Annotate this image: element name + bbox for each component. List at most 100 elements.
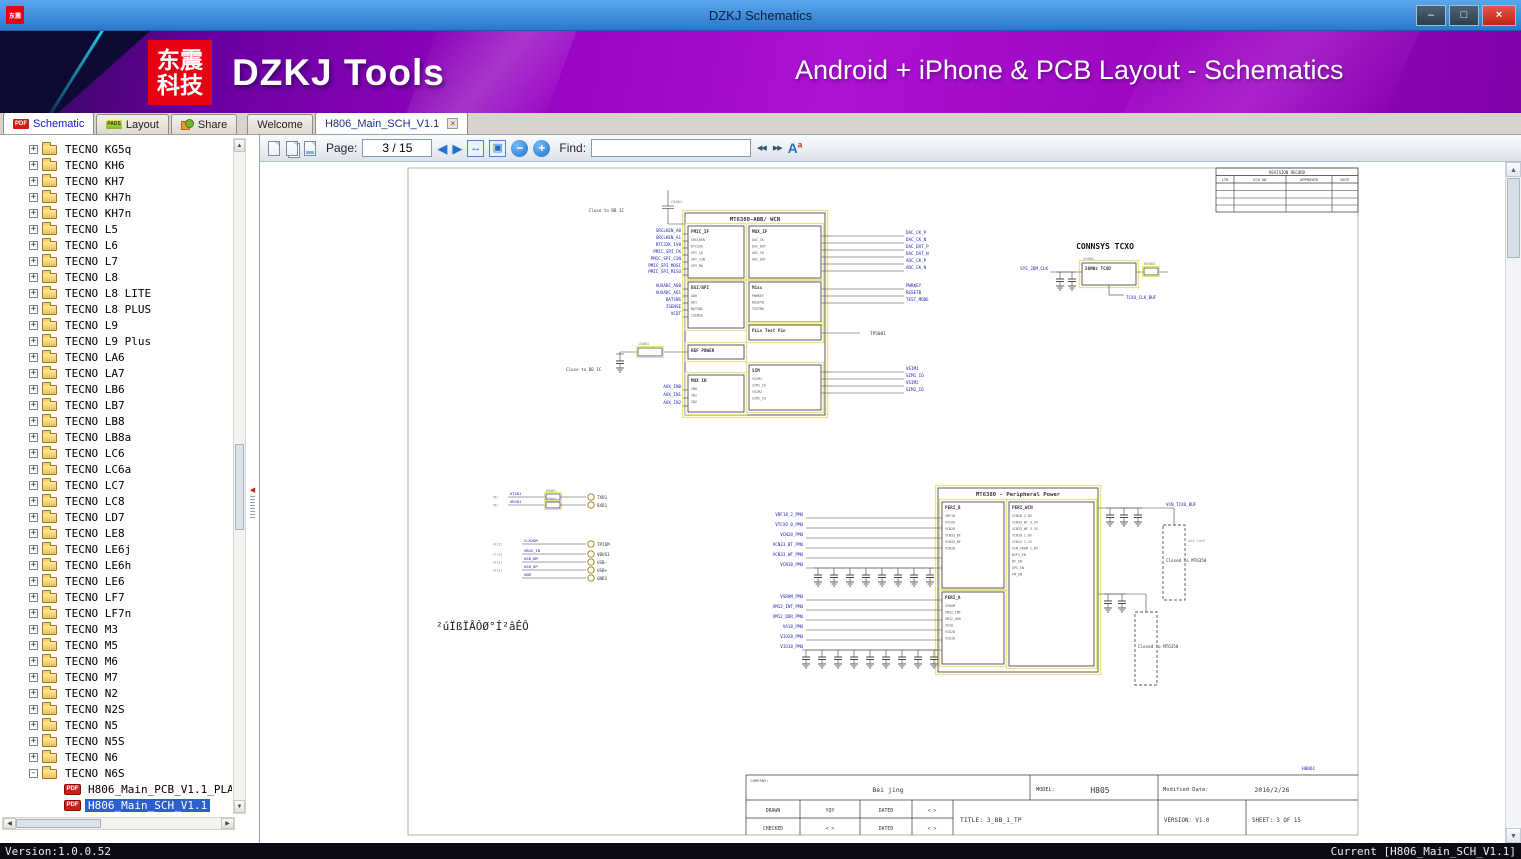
expand-icon[interactable]: + [29,416,38,426]
scroll-up-arrow[interactable]: ▲ [234,139,245,152]
tree-item[interactable]: + TECNO N5 [0,717,232,733]
tree-item[interactable]: + TECNO LE6h [0,557,232,573]
expand-icon[interactable]: + [29,464,38,474]
close-tab-icon[interactable]: × [447,118,459,129]
expand-icon[interactable]: + [29,176,38,186]
sidebar-hscrollbar[interactable]: ◀ ▶ [2,817,235,830]
expand-icon[interactable]: + [29,496,38,506]
tree-item[interactable]: + TECNO N2 [0,685,232,701]
tree-item[interactable]: + TECNO L8 LITE [0,285,232,301]
document-viewport[interactable]: MT6380-ABB/ WCN PMIC_IF SRCLKEN RTC32K SPI_C… [260,162,1521,843]
expand-icon[interactable]: + [29,208,38,218]
expand-icon[interactable]: + [29,592,38,602]
fit-width-button[interactable]: ↔ [467,139,485,157]
collapse-icon[interactable]: - [29,768,38,778]
tree-item[interactable]: + TECNO KG5q [0,141,232,157]
expand-icon[interactable]: + [29,320,38,330]
page-input[interactable] [362,139,433,157]
scroll-up-arrow[interactable]: ▲ [1506,162,1521,177]
scroll-down-arrow[interactable]: ▼ [234,800,245,813]
scroll-thumb[interactable] [16,819,101,828]
tree-doc-item[interactable]: PDF H806_Main_SCH_V1.1 [0,797,232,813]
tree-item[interactable]: + TECNO KH7n [0,205,232,221]
zoom-in-button[interactable]: + [533,139,551,157]
main-vscrollbar[interactable]: ▲ ▼ [1505,162,1521,843]
tree-item[interactable]: + TECNO L5 [0,221,232,237]
scroll-down-arrow[interactable]: ▼ [1506,828,1521,843]
tab-schematic[interactable]: PDF Schematic [3,112,95,134]
tree-item[interactable]: + TECNO L9 [0,317,232,333]
tree-item[interactable]: + TECNO KH6 [0,157,232,173]
expand-icon[interactable]: + [29,528,38,538]
tree-item[interactable]: + TECNO N5S [0,733,232,749]
expand-icon[interactable]: + [29,752,38,762]
expand-icon[interactable]: + [29,608,38,618]
expand-icon[interactable]: + [29,624,38,634]
tree-item[interactable]: + TECNO LB8a [0,429,232,445]
expand-icon[interactable]: + [29,400,38,410]
expand-icon[interactable]: + [29,640,38,650]
tree-item[interactable]: + TECNO L6 [0,237,232,253]
expand-icon[interactable]: + [29,336,38,346]
maximize-button[interactable]: □ [1449,4,1479,26]
expand-icon[interactable]: + [29,384,38,394]
tree-item[interactable]: + TECNO N2S [0,701,232,717]
tree-item[interactable]: + TECNO LC6 [0,445,232,461]
close-button[interactable]: × [1482,4,1516,26]
expand-icon[interactable]: + [29,352,38,362]
tab-document-h806[interactable]: H806_Main_SCH_V1.1 × [314,112,469,134]
text-size-button[interactable]: Aa [788,141,803,155]
tree-item[interactable]: + TECNO KH7h [0,189,232,205]
tree-item[interactable]: + TECNO L8 [0,269,232,285]
expand-icon[interactable]: + [29,240,38,250]
tree-item[interactable]: + TECNO L7 [0,253,232,269]
tree-item[interactable]: + TECNO LE8 [0,525,232,541]
scroll-right-arrow[interactable]: ▶ [221,818,234,829]
fit-page-button[interactable]: ▣ [489,139,507,157]
tree-item[interactable]: + TECNO M7 [0,669,232,685]
next-page-button[interactable]: ▶ [452,142,462,155]
sidebar-collapse-handle[interactable]: ◀ [248,487,257,520]
find-prev-button[interactable]: ◀◀ [756,144,767,152]
expand-icon[interactable]: + [29,432,38,442]
tree-item[interactable]: + TECNO M6 [0,653,232,669]
expand-icon[interactable]: + [29,272,38,282]
expand-icon[interactable]: + [29,192,38,202]
tree-item[interactable]: + TECNO LD7 [0,509,232,525]
expand-icon[interactable]: + [29,720,38,730]
expand-icon[interactable]: + [29,576,38,586]
expand-icon[interactable]: + [29,560,38,570]
scroll-left-arrow[interactable]: ◀ [3,818,16,829]
tree-item[interactable]: + TECNO M5 [0,637,232,653]
tree-item[interactable]: - TECNO N6S [0,765,232,781]
tab-share[interactable]: Share [170,114,238,134]
expand-icon[interactable]: + [29,256,38,266]
facing-pages-icon[interactable] [286,140,298,156]
tree-item[interactable]: + TECNO LF7n [0,605,232,621]
tab-welcome[interactable]: Welcome [247,114,313,134]
tree-item[interactable]: + TECNO LB8 [0,413,232,429]
expand-icon[interactable]: + [29,304,38,314]
tree-item[interactable]: + TECNO L9 Plus [0,333,232,349]
find-input[interactable] [591,139,752,157]
copy-page-icon[interactable] [304,140,316,156]
expand-icon[interactable]: + [29,288,38,298]
tree-item[interactable]: + TECNO LB6 [0,381,232,397]
tree-item[interactable]: + TECNO LB7 [0,397,232,413]
tree-item[interactable]: + TECNO KH7 [0,173,232,189]
expand-icon[interactable]: + [29,544,38,554]
expand-icon[interactable]: + [29,656,38,666]
tree-item[interactable]: + TECNO LA7 [0,365,232,381]
tree-item[interactable]: + TECNO LC7 [0,477,232,493]
tree-doc-item[interactable]: PDF H806_Main_PCB_V1.1_PLACEM [0,781,232,797]
expand-icon[interactable]: + [29,224,38,234]
expand-icon[interactable]: + [29,512,38,522]
expand-icon[interactable]: + [29,160,38,170]
expand-icon[interactable]: + [29,144,38,154]
tree-item[interactable]: + TECNO LF7 [0,589,232,605]
scroll-thumb[interactable] [1507,178,1520,258]
tree-item[interactable]: + TECNO L8 PLUS [0,301,232,317]
single-page-icon[interactable] [268,140,280,156]
tree-item[interactable]: + TECNO LE6 [0,573,232,589]
zoom-out-button[interactable]: − [511,139,529,157]
